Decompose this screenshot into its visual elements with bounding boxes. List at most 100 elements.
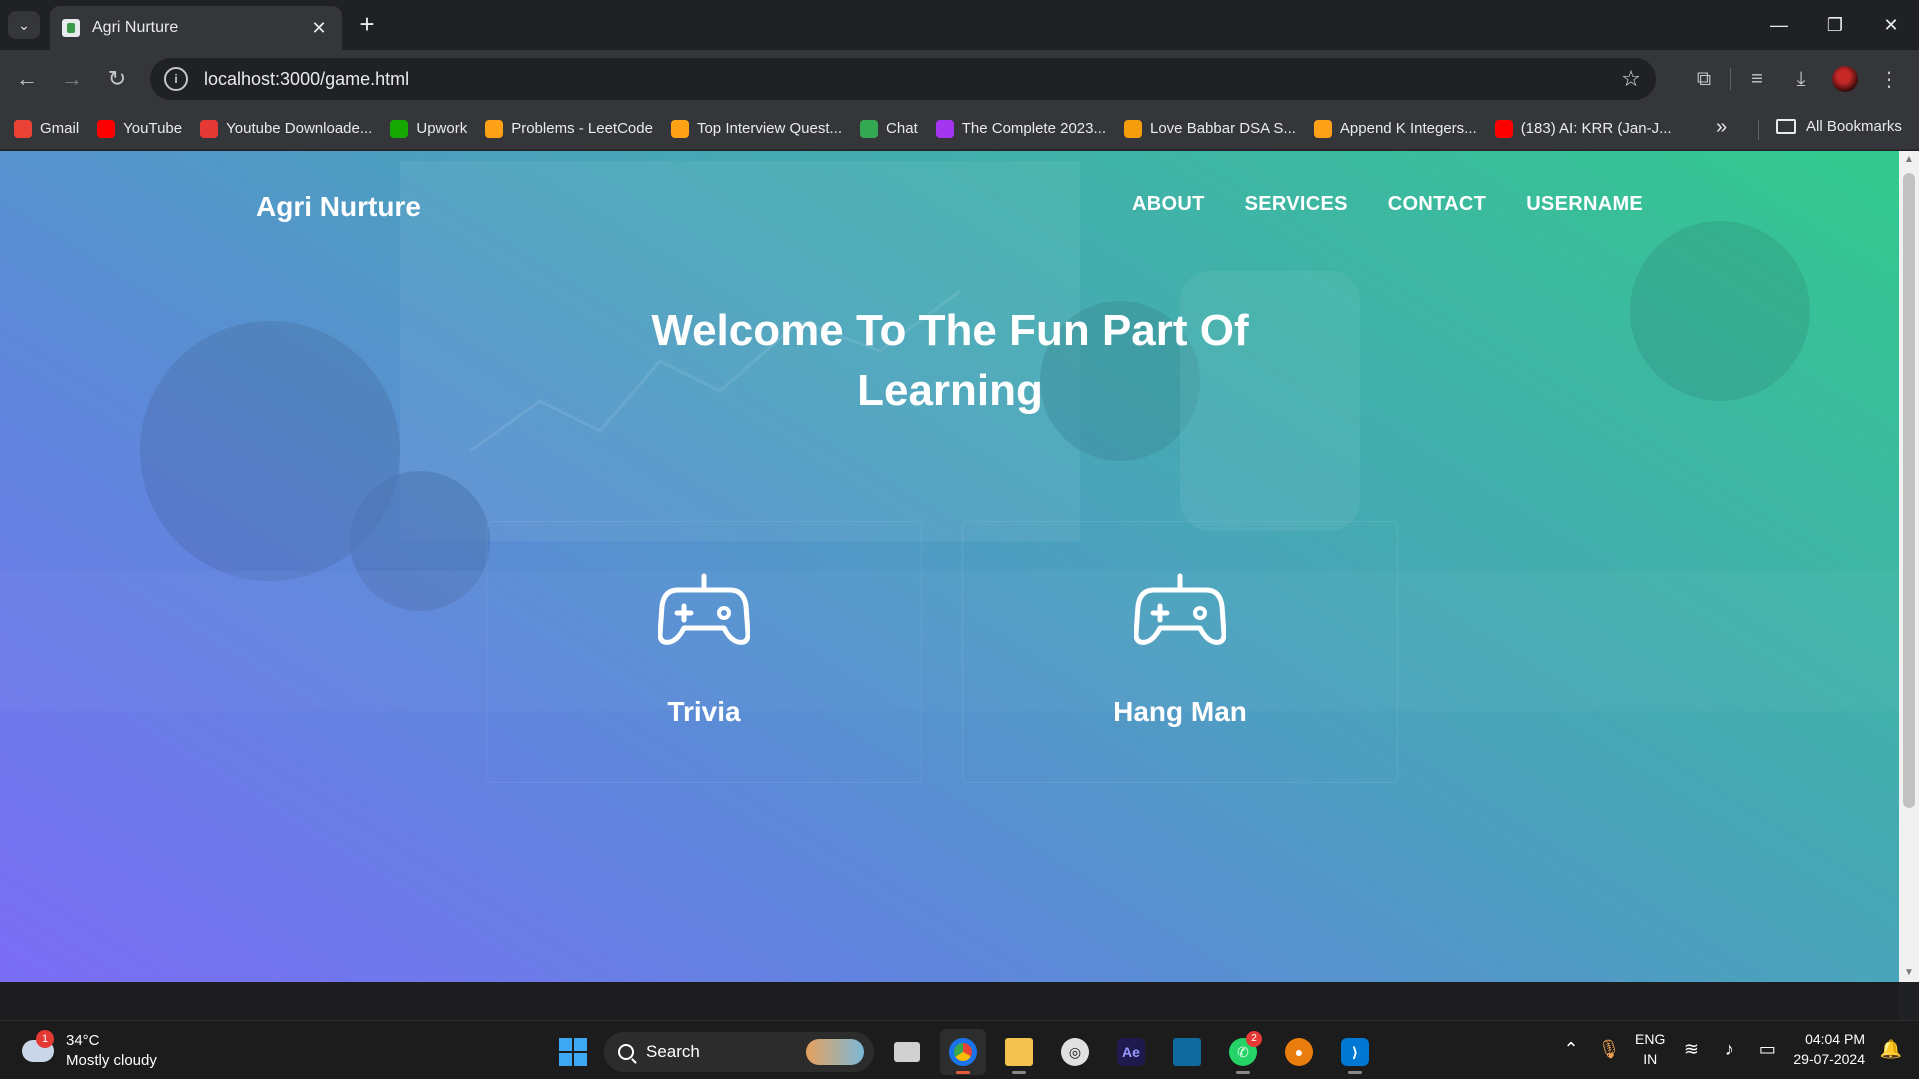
site-brand[interactable]: Agri Nurture: [256, 191, 421, 223]
back-button[interactable]: ←: [10, 62, 44, 96]
extensions-icon[interactable]: ⧉: [1686, 62, 1722, 96]
vscode-app[interactable]: ⟩: [1332, 1029, 1378, 1075]
search-highlight-image: [806, 1039, 864, 1065]
bookmark-star-icon[interactable]: ☆: [1606, 66, 1656, 92]
profile-avatar[interactable]: [1827, 62, 1863, 96]
running-indicator: [1012, 1071, 1026, 1074]
bookmark-label: (183) AI: KRR (Jan-J...: [1520, 120, 1672, 137]
scroll-down-icon[interactable]: ▼: [1899, 964, 1919, 982]
all-bookmarks-button[interactable]: All Bookmarks: [1776, 118, 1902, 135]
bookmark-item[interactable]: Gmail: [14, 119, 80, 138]
language-indicator[interactable]: ENG IN: [1635, 1029, 1665, 1069]
volume-icon[interactable]: ♪: [1717, 1039, 1741, 1060]
nav-services[interactable]: SERVICES: [1245, 193, 1348, 216]
after-effects-app[interactable]: Ae: [1108, 1029, 1154, 1075]
search-label: Search: [646, 1042, 700, 1061]
blue-app[interactable]: [1164, 1029, 1210, 1075]
nav-about[interactable]: ABOUT: [1132, 193, 1205, 216]
page-scrollbar[interactable]: ▲ ▼: [1899, 151, 1919, 982]
all-bookmarks-label: All Bookmarks: [1806, 118, 1902, 135]
close-tab-icon[interactable]: ✕: [308, 18, 330, 39]
chatgpt-app[interactable]: ◎: [1052, 1029, 1098, 1075]
headline-line-1: Welcome To The Fun Part Of: [651, 306, 1249, 355]
close-window-icon[interactable]: ✕: [1863, 0, 1919, 50]
scroll-up-icon[interactable]: ▲: [1899, 151, 1919, 169]
show-hidden-icons-icon[interactable]: ⌃: [1559, 1039, 1583, 1060]
forward-button[interactable]: →: [55, 62, 89, 96]
scrollbar-thumb[interactable]: [1903, 173, 1915, 808]
url-text[interactable]: localhost:3000/game.html: [204, 69, 1606, 90]
folder-icon: [1776, 119, 1796, 134]
clock-date: 29-07-2024: [1793, 1051, 1865, 1067]
gmail-icon: [14, 119, 32, 138]
clock[interactable]: 04:04 PM 29-07-2024: [1793, 1029, 1865, 1069]
start-button[interactable]: [552, 1031, 594, 1073]
chrome-app[interactable]: [940, 1029, 986, 1075]
leetcode-icon: [670, 119, 689, 138]
bookmark-label: YouTube: [123, 120, 183, 137]
wifi-icon[interactable]: ≋: [1679, 1039, 1703, 1060]
udemy-icon: [935, 119, 954, 138]
chatgpt-icon: ◎: [1061, 1038, 1089, 1066]
bookmark-item[interactable]: (183) AI: KRR (Jan-J...: [1494, 119, 1672, 138]
active-indicator: [956, 1071, 970, 1074]
search-icon: [618, 1044, 634, 1060]
reload-button[interactable]: ↻: [100, 62, 134, 96]
bookmark-label: Chat: [886, 120, 918, 137]
browser-toolbar: ← → ↻ i localhost:3000/game.html ☆ ⧉ ≡ ⤓…: [0, 50, 1919, 108]
menu-kebab-icon[interactable]: ⋮: [1871, 62, 1907, 96]
nav-username[interactable]: USERNAME: [1526, 193, 1643, 216]
nav-contact[interactable]: CONTACT: [1388, 193, 1486, 216]
game-card-trivia[interactable]: Trivia: [486, 521, 922, 783]
chrome-icon: [949, 1038, 977, 1066]
downloads-icon[interactable]: ⤓: [1783, 62, 1819, 96]
tab-search-button[interactable]: ⌄: [8, 11, 40, 39]
toolbar-divider: [1730, 68, 1731, 90]
bookmark-item[interactable]: Append K Integers...: [1313, 119, 1477, 138]
bookmark-item[interactable]: Top Interview Quest...: [670, 119, 842, 138]
weather-widget[interactable]: 1 34°C Mostly cloudy: [22, 1030, 157, 1071]
taskbar-search[interactable]: Search: [604, 1032, 874, 1072]
avatar: [1832, 66, 1858, 92]
bookmark-item[interactable]: Love Babbar DSA S...: [1124, 119, 1296, 138]
chevron-down-icon: ⌄: [18, 16, 30, 33]
headline-line-2: Learning: [857, 366, 1043, 415]
blender-app[interactable]: ●: [1276, 1029, 1322, 1075]
notifications-icon[interactable]: 🔔: [1879, 1039, 1903, 1060]
task-view-button[interactable]: [884, 1029, 930, 1075]
restore-icon[interactable]: ❐: [1807, 0, 1863, 50]
whatsapp-app[interactable]: ✆ 2: [1220, 1029, 1266, 1075]
blender-icon: ●: [1285, 1038, 1313, 1066]
leetcode-icon: [485, 119, 504, 138]
tab-title: Agri Nurture: [92, 19, 179, 36]
more-bookmarks-icon[interactable]: »: [1716, 116, 1727, 139]
site-favicon-icon: [62, 19, 80, 37]
taskbar-apps: Search ◎ Ae ✆ 2 ● ⟩: [552, 1029, 1378, 1075]
bookmark-item[interactable]: Chat: [860, 119, 918, 138]
clock-time: 04:04 PM: [1805, 1031, 1865, 1047]
sheet-icon: [1124, 119, 1142, 138]
hero-section: Agri Nurture ABOUT SERVICES CONTACT USER…: [0, 151, 1899, 982]
bookmark-item[interactable]: Upwork: [390, 119, 467, 138]
bookmark-label: Gmail: [40, 120, 80, 137]
bookmark-item[interactable]: YouTube: [97, 119, 183, 138]
battery-icon[interactable]: ▭: [1755, 1039, 1779, 1060]
bookmark-item[interactable]: The Complete 2023...: [935, 119, 1106, 138]
address-bar[interactable]: i localhost:3000/game.html ☆: [150, 58, 1656, 100]
after-effects-icon: Ae: [1117, 1038, 1145, 1066]
tab-agri-nurture[interactable]: Agri Nurture ✕: [50, 6, 342, 50]
bookmark-label: The Complete 2023...: [961, 120, 1106, 137]
microphone-icon[interactable]: 🎙: [1597, 1039, 1621, 1060]
minimize-icon[interactable]: —: [1751, 0, 1807, 50]
page-viewport: Agri Nurture ABOUT SERVICES CONTACT USER…: [0, 151, 1899, 982]
bookmark-item[interactable]: Youtube Downloade...: [200, 119, 372, 138]
windows-taskbar: 1 34°C Mostly cloudy Search ◎ Ae ✆ 2 ● ⟩ …: [0, 1020, 1919, 1079]
media-controls-icon[interactable]: ≡: [1739, 62, 1775, 96]
new-tab-button[interactable]: +: [352, 10, 382, 40]
site-info-icon[interactable]: i: [164, 67, 188, 91]
system-tray: ⌃ 🎙 ENG IN ≋ ♪ ▭ 04:04 PM 29-07-2024 🔔: [1559, 1029, 1903, 1069]
game-card-hangman[interactable]: Hang Man: [962, 521, 1398, 783]
running-indicator: [1236, 1071, 1250, 1074]
bookmark-item[interactable]: Problems - LeetCode: [485, 119, 653, 138]
file-explorer-app[interactable]: [996, 1029, 1042, 1075]
